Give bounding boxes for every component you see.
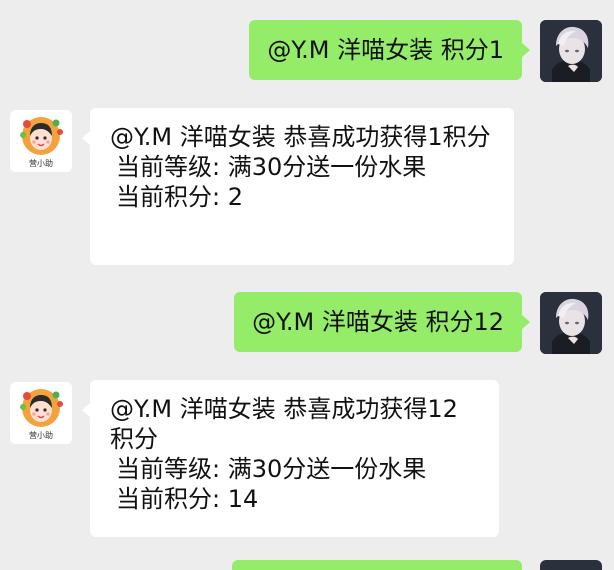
- bot-avatar[interactable]: 营小助: [10, 382, 72, 444]
- sent-message-bubble[interactable]: @Y.M 洋喵女装 积分1: [249, 20, 530, 80]
- bot-avatar-caption: 营小助: [29, 431, 53, 440]
- user-avatar[interactable]: [540, 20, 602, 82]
- message-text: @Y.M 洋喵女装 积分12: [252, 308, 504, 336]
- level-line: 当前等级: 满30分送一份水果: [116, 455, 427, 483]
- message-row-sent-2: @Y.M 洋喵女装 积分12: [0, 272, 614, 362]
- received-message-bubble[interactable]: @Y.M 洋喵女装 恭喜成功获得12积分 当前等级: 满30分送一份水果 当前积…: [82, 380, 499, 537]
- message-text: @Y.M 洋喵女装 积分1: [267, 36, 504, 64]
- level-line: 当前等级: 满30分送一份水果: [116, 153, 427, 181]
- bot-avatar-caption: 营小助: [29, 159, 53, 168]
- sent-message-bubble[interactable]: @Y.M 洋喵女装 积分12: [234, 292, 530, 352]
- user-avatar[interactable]: [540, 292, 602, 354]
- user-avatar-icon: [540, 292, 602, 354]
- points-line: 当前积分: 14: [116, 485, 259, 513]
- next-user-avatar-partial: [540, 560, 602, 570]
- message-row-received-2: 营小助 @Y.M 洋喵女装 恭喜成功获得12积分 当前等级: 满30分送一份水果…: [0, 372, 614, 547]
- message-headline: @Y.M 洋喵女装 恭喜成功获得12积分: [110, 395, 458, 453]
- received-message-bubble[interactable]: @Y.M 洋喵女装 恭喜成功获得1积分 当前等级: 满30分送一份水果 当前积分…: [82, 108, 514, 265]
- message-headline: @Y.M 洋喵女装 恭喜成功获得1积分: [110, 123, 491, 151]
- points-line: 当前积分: 2: [116, 183, 243, 211]
- message-row-received-1: 营小助 @Y.M 洋喵女装 恭喜成功获得1积分 当前等级: 满30分送一份水果 …: [0, 100, 614, 270]
- user-avatar-icon: [540, 20, 602, 82]
- message-row-sent-1: @Y.M 洋喵女装 积分1: [0, 0, 614, 90]
- bot-avatar[interactable]: 营小助: [10, 110, 72, 172]
- next-sent-bubble-partial: [232, 560, 522, 570]
